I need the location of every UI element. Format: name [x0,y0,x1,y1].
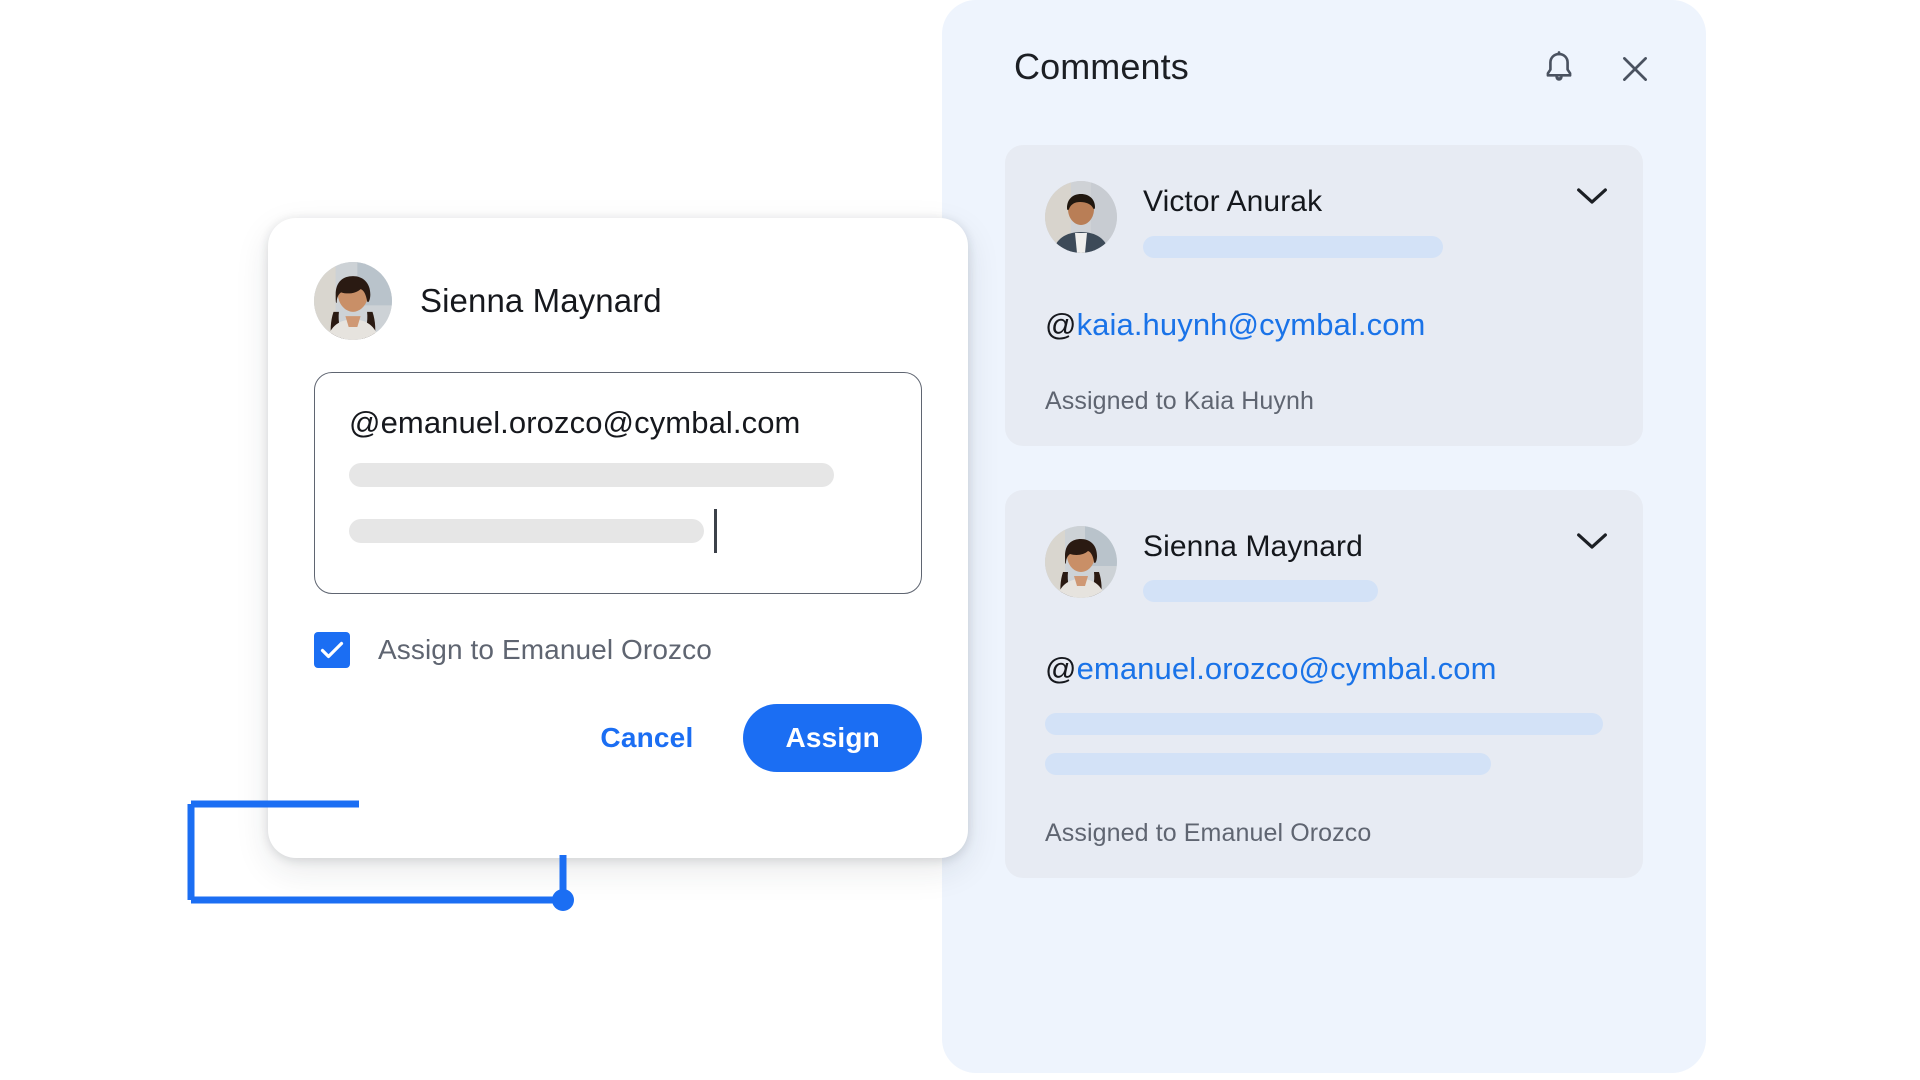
comment-author-block: Sienna Maynard [1143,526,1603,603]
comment-header: Victor Anurak [1045,181,1603,258]
comment-assigned-text: Assigned to Emanuel Orozco [1045,819,1372,848]
assign-checkbox-label: Assign to Emanuel Orozco [378,634,712,665]
comment-input[interactable]: @emanuel.orozco@cymbal.com [314,372,922,594]
mention-prefix: @ [1045,306,1077,342]
chevron-down-icon[interactable] [1575,530,1609,552]
comment-author-block: Victor Anurak [1143,181,1603,258]
comment-input-line [349,519,704,543]
assign-button[interactable]: Assign [743,704,922,772]
dialog-actions: Cancel Assign [314,704,922,772]
notification-bell-icon[interactable] [1540,50,1578,88]
avatar [314,262,392,340]
comments-list: Victor Anurak @kaia.huynh@cymbal.com Ass… [1005,145,1643,922]
mention-address[interactable]: emanuel.orozco@cymbal.com [1077,651,1497,686]
mention-address[interactable]: kaia.huynh@cymbal.com [1077,307,1426,342]
comment-author-name: Victor Anurak [1143,185,1323,218]
screen-root: Comments Victor Anurak @kaia.huynh@cymba… [0,0,1920,1080]
comment-body-line [1045,713,1603,736]
drag-handle-dot [552,889,574,911]
comment-author-name: Sienna Maynard [1143,529,1363,563]
comment-header: Sienna Maynard [1045,525,1603,603]
assign-comment-dialog: Sienna Maynard @emanuel.orozco@cymbal.co… [268,218,968,858]
comment-meta-placeholder [1143,580,1378,603]
comment-mention: @emanuel.orozco@cymbal.com [1045,650,1603,687]
cancel-button[interactable]: Cancel [576,708,717,768]
dialog-user-row: Sienna Maynard [314,262,922,340]
comment-input-line-row [349,509,887,553]
mention-prefix: @ [1045,651,1077,687]
comment-body-line [1045,753,1492,776]
dialog-user-name: Sienna Maynard [420,282,662,319]
checkmark-icon [320,641,344,659]
close-icon[interactable] [1616,50,1654,88]
avatar [1045,181,1117,253]
comments-panel: Comments Victor Anurak @kaia.huynh@cymba… [942,0,1706,1073]
comment-anchor-marker[interactable] [187,800,587,920]
comment-mention: @kaia.huynh@cymbal.com [1045,306,1603,343]
comments-panel-header: Comments [942,0,1706,126]
assign-checkbox-row[interactable]: Assign to Emanuel Orozco [314,632,922,668]
chevron-down-icon[interactable] [1575,185,1609,207]
comment-body-placeholders [1045,713,1603,776]
comment-card[interactable]: Sienna Maynard @emanuel.orozco@cymbal.co… [1005,489,1643,879]
comment-card[interactable]: Victor Anurak @kaia.huynh@cymbal.com Ass… [1005,145,1643,446]
comment-input-line [349,463,834,487]
comment-meta-placeholder [1143,235,1443,258]
comment-input-value: @emanuel.orozco@cymbal.com [349,405,801,440]
page-title: Comments [1014,46,1189,87]
avatar [1045,525,1117,598]
assign-checkbox[interactable] [314,632,350,668]
comment-assigned-text: Assigned to Kaia Huynh [1045,386,1315,415]
text-cursor [714,509,717,553]
panel-header-actions [1540,50,1654,88]
